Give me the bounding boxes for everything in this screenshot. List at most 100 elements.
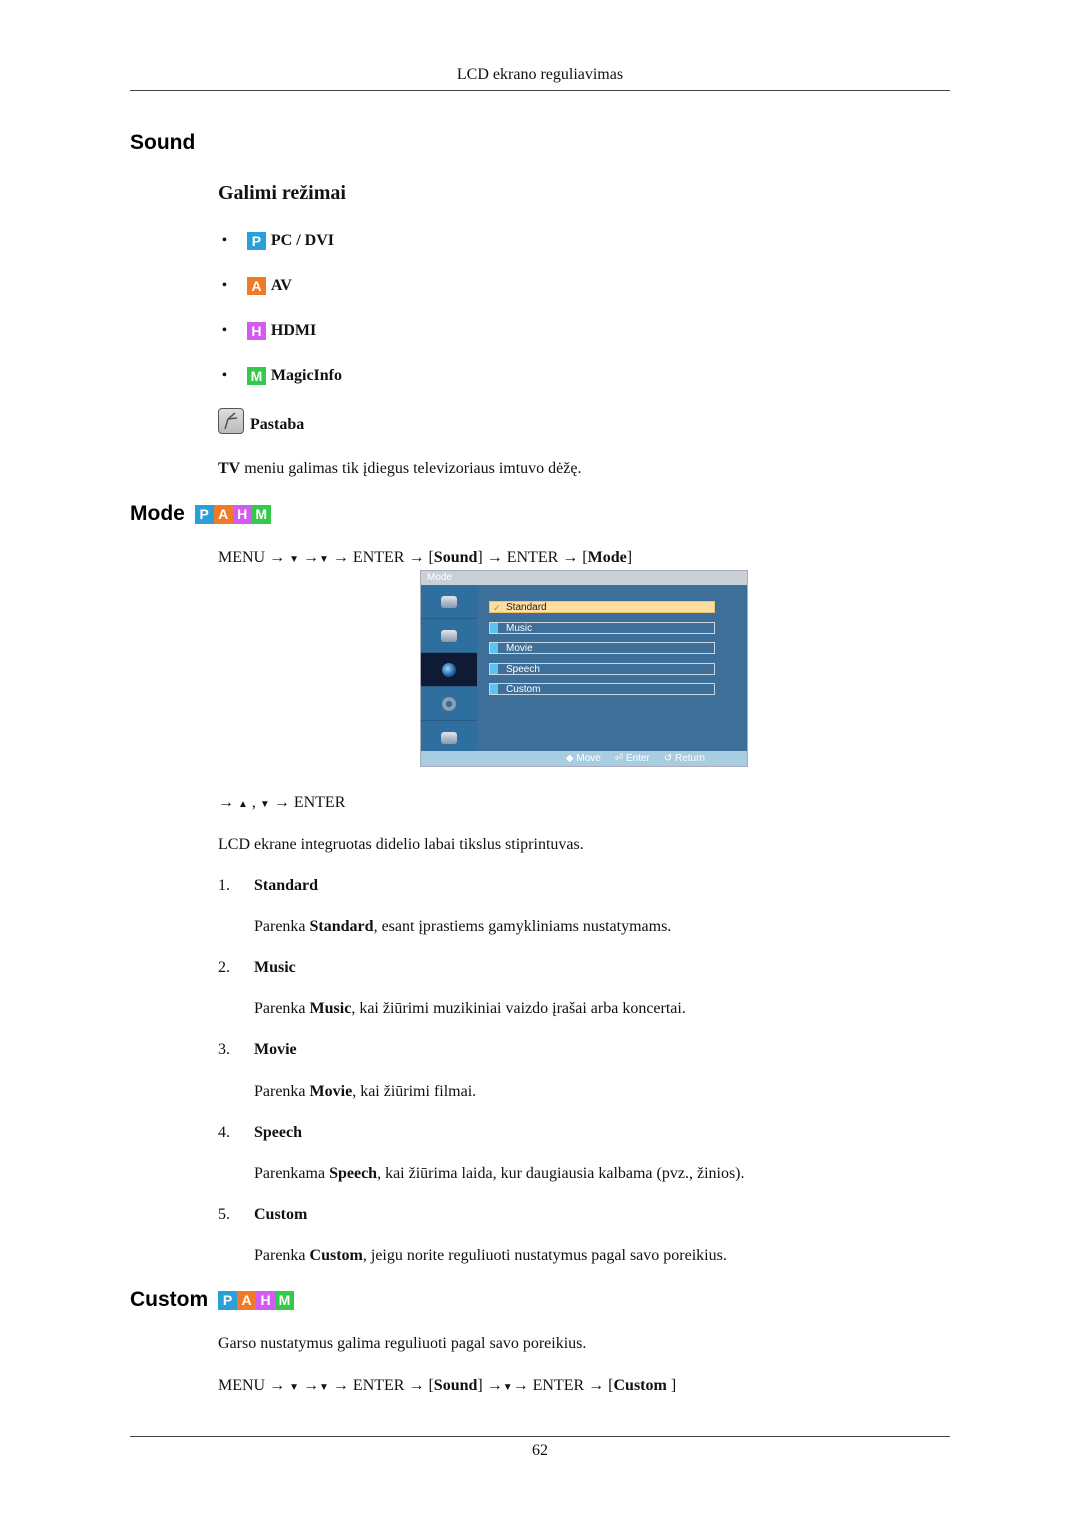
osd-item-label: Custom: [506, 684, 541, 695]
option-music-desc: Parenka Music, kai žiūrimi muzikiniai va…: [254, 1000, 686, 1018]
option-number: 5.: [218, 1206, 230, 1223]
note-text-rest: meniu galimas tik įdiegus televizoriaus …: [240, 460, 582, 477]
option-number: 4.: [218, 1124, 230, 1141]
option-movie-desc: Parenka Movie, kai žiūrimi filmai.: [254, 1083, 476, 1101]
path-text: ] → ENTER → [: [477, 549, 588, 566]
bullet: •: [222, 233, 227, 248]
note-label: Pastaba: [250, 416, 305, 433]
source-badges: P A H M: [194, 505, 271, 524]
down-arrow-icon: ▼: [259, 799, 270, 810]
sound-icon: [442, 662, 456, 677]
option-number: 2.: [218, 959, 230, 976]
path-text: MENU →: [218, 1377, 290, 1394]
option-standard-title: 1. Standard: [218, 877, 318, 895]
multi-control-icon: [441, 731, 457, 744]
path-text: →: [299, 549, 320, 566]
osd-item-music[interactable]: Music: [489, 621, 715, 634]
option-custom-desc: Parenka Custom, jeigu norite reguliuoti …: [254, 1247, 727, 1265]
desc-text: Parenka: [254, 1083, 310, 1100]
mode-intro: LCD ekrane integruotas didelio labai tik…: [218, 836, 584, 853]
osd-return-hint: ↺ Return: [663, 753, 705, 764]
osd-footer: ◆ Move ⏎ Enter ↺ Return: [421, 751, 747, 766]
footer-rule: [130, 1436, 950, 1437]
mode-label: HDMI: [270, 322, 317, 339]
option-speech-desc: Parenkama Speech, kai žiūrima laida, kur…: [254, 1165, 745, 1183]
osd-input-tab[interactable]: [421, 619, 477, 653]
desc-text: , kai žiūrimi muzikiniai vaizdo įrašai a…: [351, 1000, 686, 1017]
osd-item-speech[interactable]: Speech: [489, 662, 715, 675]
option-number: 1.: [218, 877, 230, 894]
mode-label: MagicInfo: [270, 367, 343, 384]
path-sound: Sound: [433, 1377, 478, 1394]
custom-heading: Custom P A H M: [130, 1288, 295, 1312]
note-block: Pastaba: [218, 408, 304, 434]
desc-bold: Movie: [309, 1083, 353, 1100]
osd-item-label: Movie: [506, 643, 533, 654]
up-arrow-icon: ▲: [238, 799, 248, 810]
osd-enter-hint: ⏎ Enter: [614, 753, 650, 764]
osd-setup-tab[interactable]: [421, 687, 477, 721]
magicinfo-badge-icon: M: [251, 505, 271, 524]
bullet: •: [222, 323, 227, 338]
desc-text: , esant įprastiems gamykliniams nustatym…: [373, 918, 672, 935]
av-badge-icon: A: [237, 1291, 257, 1310]
path-text: → ENTER → [: [328, 1377, 434, 1394]
note-text-bold: TV: [218, 460, 241, 477]
desc-bold: Standard: [309, 918, 374, 935]
pc-badge-icon: P: [246, 232, 266, 250]
desc-text: , kai žiūrimi filmai.: [352, 1083, 477, 1100]
picture-icon: [441, 595, 457, 608]
source-badges: P A H M: [218, 1291, 295, 1310]
mode-label: AV: [270, 277, 292, 294]
down-arrow-icon: ▼: [502, 1382, 513, 1393]
path-sound: Sound: [433, 549, 478, 566]
nav-instruction: → ▲ , ▼ → ENTER: [218, 794, 345, 812]
pc-badge-icon: P: [218, 1291, 238, 1310]
path-mode: Mode: [587, 549, 627, 566]
mode-list: • P PC / DVI • A AV • H HDMI • M MagicIn…: [222, 228, 342, 389]
osd-item-custom[interactable]: Custom: [489, 683, 715, 695]
mode-item-magicinfo: • M MagicInfo: [222, 363, 342, 389]
option-standard-desc: Parenka Standard, esant įprastiems gamyk…: [254, 918, 671, 936]
osd-item-standard[interactable]: ✓ Standard: [489, 601, 715, 613]
option-name: Standard: [254, 877, 319, 894]
osd-item-label: Music: [506, 622, 533, 634]
desc-text: Parenkama: [254, 1165, 330, 1182]
magicinfo-badge-icon: M: [275, 1291, 295, 1310]
check-icon: ✓: [493, 603, 501, 613]
mode-menu-path: MENU → ▼ →▼ → ENTER → [Sound] → ENTER → …: [218, 549, 632, 567]
mode-heading: Mode P A H M: [130, 502, 271, 526]
page-number: 62: [532, 1442, 548, 1459]
desc-bold: Custom: [309, 1247, 363, 1264]
osd-multi-tab[interactable]: [421, 721, 477, 754]
desc-text: Parenka: [254, 1000, 310, 1017]
hdmi-badge-icon: H: [246, 322, 266, 340]
osd-move-hint: ◆ Move: [565, 753, 601, 764]
path-text: ]: [666, 1377, 677, 1394]
note-text: TV meniu galimas tik įdiegus televizoria…: [218, 460, 581, 478]
hdmi-badge-icon: H: [232, 505, 252, 524]
custom-menu-path: MENU → ▼ →▼ → ENTER → [Sound] →▼→ ENTER …: [218, 1377, 676, 1395]
header-rule: [130, 90, 950, 91]
desc-bold: Music: [309, 1000, 352, 1017]
desc-text: Parenka: [254, 1247, 310, 1264]
osd-picture-tab[interactable]: [421, 585, 477, 619]
pc-badge-icon: P: [194, 505, 214, 524]
osd-item-label: Speech: [506, 663, 540, 675]
running-header: LCD ekrano reguliavimas: [456, 66, 624, 83]
down-arrow-icon: ▼: [319, 554, 329, 565]
nav-text: →: [218, 794, 238, 811]
option-movie-title: 3. Movie: [218, 1041, 297, 1059]
down-arrow-icon: ▼: [289, 1382, 300, 1393]
osd-sound-tab[interactable]: [421, 653, 477, 687]
desc-text: Parenka: [254, 918, 310, 935]
osd-item-movie[interactable]: Movie: [489, 642, 715, 654]
osd-mode-screenshot: Mode ✓ Standard Music Movie Speech Custom…: [420, 570, 748, 767]
path-text: ]: [626, 549, 633, 566]
osd-item-label: Standard: [506, 602, 547, 613]
option-number: 3.: [218, 1041, 230, 1058]
osd-title: Mode: [421, 571, 747, 585]
mode-label: PC / DVI: [270, 232, 335, 249]
mode-item-pc-dvi: • P PC / DVI: [222, 228, 342, 254]
mode-item-av: • A AV: [222, 273, 342, 299]
